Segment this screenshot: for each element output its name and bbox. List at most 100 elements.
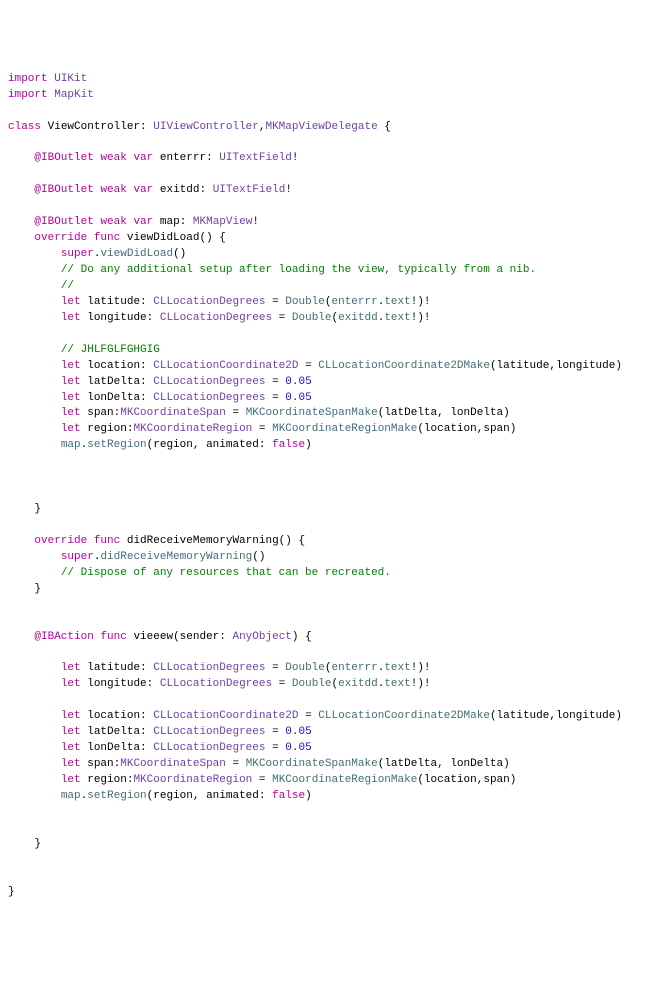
attribute-iboutlet: @IBOutlet: [34, 184, 93, 196]
keyword-let: let: [61, 312, 81, 324]
call-mkcoordinatespanmake: MKCoordinateSpanMake: [246, 407, 378, 419]
func-viewdidload: viewDidLoad: [127, 232, 200, 244]
call-mkcoordinateregionmake: MKCoordinateRegionMake: [272, 774, 417, 786]
bool-false: false: [272, 439, 305, 451]
keyword-let: let: [61, 423, 81, 435]
member-viewdidload: viewDidLoad: [100, 248, 173, 260]
number-literal: 0.05: [285, 376, 311, 388]
type-cllocationcoordinate2d: CLLocationCoordinate2D: [153, 710, 298, 722]
type-mkcoordinatespan: MKCoordinateSpan: [120, 758, 226, 770]
arg-label-animated: animated: [206, 790, 259, 802]
keyword-let: let: [61, 360, 81, 372]
keyword-override: override: [34, 232, 87, 244]
ref-enterrr: enterrr: [332, 662, 378, 674]
keyword-func: func: [100, 631, 126, 643]
module-uikit: UIKit: [54, 73, 87, 85]
comment-gibberish: // JHLFGLFGHGIG: [61, 344, 160, 356]
keyword-let: let: [61, 392, 81, 404]
type-cllocationdegrees: CLLocationDegrees: [160, 312, 272, 324]
keyword-import: import: [8, 89, 48, 101]
attribute-iboutlet: @IBOutlet: [34, 152, 93, 164]
call-cllocationcoordinate2dmake: CLLocationCoordinate2DMake: [318, 710, 490, 722]
local-latdelta: latDelta: [87, 726, 140, 738]
type-cllocationdegrees: CLLocationDegrees: [153, 726, 265, 738]
bool-false: false: [272, 790, 305, 802]
keyword-var: var: [133, 184, 153, 196]
member-text: text: [384, 312, 410, 324]
call-mkcoordinateregionmake: MKCoordinateRegionMake: [272, 423, 417, 435]
local-location: location: [87, 360, 140, 372]
keyword-var: var: [133, 152, 153, 164]
local-span: span: [87, 407, 113, 419]
keyword-import: import: [8, 73, 48, 85]
type-cllocationdegrees: CLLocationDegrees: [160, 678, 272, 690]
type-mkcoordinateregion: MKCoordinateRegion: [133, 774, 252, 786]
local-region: region: [87, 774, 127, 786]
local-span: span: [87, 758, 113, 770]
call-double: Double: [285, 296, 325, 308]
keyword-weak: weak: [100, 184, 126, 196]
member-text: text: [384, 678, 410, 690]
keyword-let: let: [61, 662, 81, 674]
property-map: map: [160, 216, 180, 228]
call-double: Double: [292, 678, 332, 690]
type-cllocationdegrees: CLLocationDegrees: [153, 376, 265, 388]
member-text: text: [384, 296, 410, 308]
keyword-super: super: [61, 551, 94, 563]
keyword-weak: weak: [100, 216, 126, 228]
ref-exitdd: exitdd: [338, 678, 378, 690]
keyword-let: let: [61, 758, 81, 770]
local-longitude: longitude: [87, 678, 146, 690]
arg-label-animated: animated: [206, 439, 259, 451]
keyword-let: let: [61, 774, 81, 786]
property-enterrr: enterrr: [160, 152, 206, 164]
code-block: import UIKit import MapKit class ViewCon…: [8, 72, 646, 901]
func-didreceivememorywarning: didReceiveMemoryWarning: [127, 535, 279, 547]
keyword-class: class: [8, 121, 41, 133]
local-location: location: [87, 710, 140, 722]
number-literal: 0.05: [285, 742, 311, 754]
type-cllocationdegrees: CLLocationDegrees: [153, 662, 265, 674]
module-mapkit: MapKit: [54, 89, 94, 101]
member-didreceivememorywarning: didReceiveMemoryWarning: [100, 551, 252, 563]
keyword-let: let: [61, 407, 81, 419]
keyword-let: let: [61, 296, 81, 308]
member-text: text: [384, 662, 410, 674]
ref-exitdd: exitdd: [338, 312, 378, 324]
type-uitextfield: UITextField: [213, 184, 286, 196]
keyword-let: let: [61, 726, 81, 738]
call-double: Double: [292, 312, 332, 324]
local-londelta: lonDelta: [87, 742, 140, 754]
comment-dispose: // Dispose of any resources that can be …: [61, 567, 391, 579]
member-setregion: setRegion: [87, 790, 146, 802]
local-latitude: latitude: [87, 296, 140, 308]
type-uitextfield: UITextField: [219, 152, 292, 164]
attribute-iboutlet: @IBOutlet: [34, 216, 93, 228]
keyword-let: let: [61, 678, 81, 690]
type-cllocationdegrees: CLLocationDegrees: [153, 392, 265, 404]
keyword-weak: weak: [100, 152, 126, 164]
param-sender: sender: [180, 631, 220, 643]
local-latdelta: latDelta: [87, 376, 140, 388]
call-double: Double: [285, 662, 325, 674]
ref-map: map: [61, 439, 81, 451]
type-mkmapview: MKMapView: [193, 216, 252, 228]
type-uiviewcontroller: UIViewController: [153, 121, 259, 133]
local-londelta: lonDelta: [87, 392, 140, 404]
local-latitude: latitude: [87, 662, 140, 674]
type-mkcoordinateregion: MKCoordinateRegion: [133, 423, 252, 435]
type-mkcoordinatespan: MKCoordinateSpan: [120, 407, 226, 419]
keyword-super: super: [61, 248, 94, 260]
keyword-func: func: [94, 535, 120, 547]
keyword-let: let: [61, 710, 81, 722]
member-setregion: setRegion: [87, 439, 146, 451]
keyword-let: let: [61, 376, 81, 388]
type-anyobject: AnyObject: [232, 631, 291, 643]
keyword-let: let: [61, 742, 81, 754]
keyword-var: var: [133, 216, 153, 228]
number-literal: 0.05: [285, 392, 311, 404]
type-cllocationdegrees: CLLocationDegrees: [153, 296, 265, 308]
func-vieeew: vieeew: [133, 631, 173, 643]
call-mkcoordinatespanmake: MKCoordinateSpanMake: [246, 758, 378, 770]
attribute-ibaction: @IBAction: [34, 631, 93, 643]
